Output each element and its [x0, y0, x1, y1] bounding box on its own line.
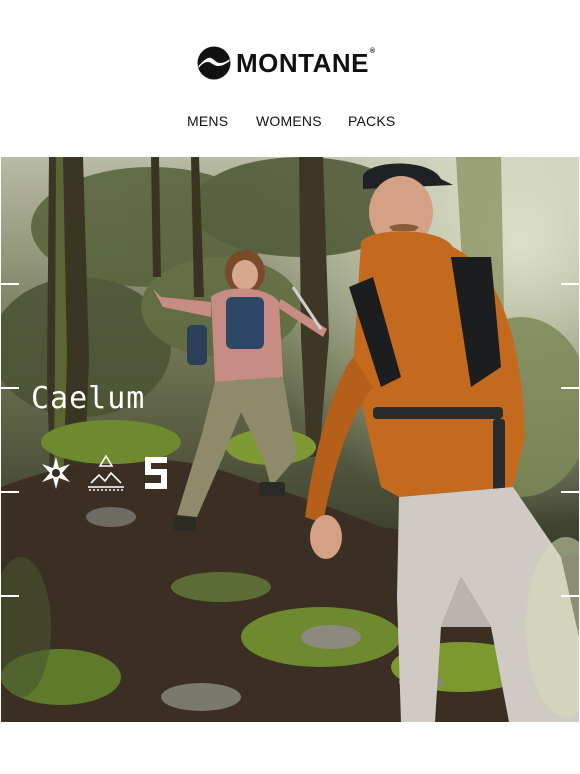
brand-wordmark: MONTANE® [236, 48, 376, 78]
brand-logo[interactable]: MONTANE® [197, 45, 376, 81]
frame-tick-right-1 [561, 283, 579, 285]
hero-feature-badges [33, 453, 183, 493]
nav-link-womens[interactable]: WOMENS [256, 113, 322, 129]
recycle-mountain-icon [83, 453, 129, 493]
hero-photo [1, 157, 579, 722]
frame-tick-left-4 [1, 595, 19, 597]
snowflake-star-icon [33, 453, 79, 493]
frame-tick-left-1 [1, 283, 19, 285]
nav-link-packs[interactable]: PACKS [348, 113, 395, 129]
main-nav: MENS WOMENS PACKS [0, 113, 580, 131]
frame-tick-left-3 [1, 491, 19, 493]
frame-tick-right-4 [561, 595, 579, 597]
hero-banner[interactable]: Caelum [1, 157, 579, 722]
hero-product-title: Caelum [31, 381, 146, 416]
frame-tick-right-3 [561, 491, 579, 493]
email-header: MONTANE® MENS WOMENS PACKS [0, 0, 580, 157]
frame-tick-left-2 [1, 387, 19, 389]
nav-link-mens[interactable]: MENS [187, 113, 228, 129]
footer-spacer [0, 722, 580, 774]
mountain-disc-icon [197, 46, 231, 80]
frame-tick-right-2 [561, 387, 579, 389]
fabric-logo-icon [133, 453, 179, 493]
registered-mark: ® [370, 48, 376, 55]
brand-name: MONTANE [236, 48, 370, 78]
